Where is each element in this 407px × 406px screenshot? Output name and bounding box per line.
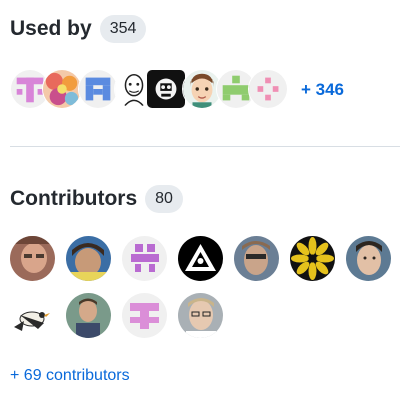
floral-pattern-avatar: [43, 70, 81, 108]
contributor-photo-avatar: [66, 236, 111, 281]
used-by-more-link[interactable]: + 346: [301, 80, 344, 100]
contributor-avatar-6[interactable]: [290, 236, 335, 281]
pink-dots-identicon-avatar: [249, 70, 287, 108]
black-white-art-avatar: [147, 70, 185, 108]
contributor-avatar-3[interactable]: [122, 236, 167, 281]
contributors-heading[interactable]: Contributors 80: [10, 185, 183, 213]
used-by-avatar-3[interactable]: [78, 69, 118, 109]
contributor-avatar-9[interactable]: [66, 293, 111, 338]
used-by-count-badge: 354: [99, 15, 147, 43]
contributor-photo-avatar: [10, 236, 55, 281]
yellow-pattern-avatar: [290, 236, 335, 281]
contributor-avatar-4[interactable]: [178, 236, 223, 281]
contributor-photo-avatar: [178, 293, 223, 338]
contributor-photo-avatar: [346, 236, 391, 281]
contributors-title: Contributors: [10, 187, 138, 210]
contributor-avatar-8[interactable]: [10, 293, 55, 338]
triangle-logo-avatar: [178, 236, 223, 281]
contributor-avatar-1[interactable]: [10, 236, 55, 281]
contributor-avatar-7[interactable]: [346, 236, 391, 281]
used-by-avatar-2[interactable]: [42, 69, 82, 109]
used-by-title: Used by: [10, 17, 92, 40]
contributor-photo-avatar: [234, 236, 279, 281]
contributors-count-badge: 80: [145, 185, 183, 213]
purple-identicon-avatar: [122, 236, 167, 281]
pink-identicon-avatar: [122, 293, 167, 338]
contributors-more-link[interactable]: + 69 contributors: [10, 367, 130, 385]
used-by-avatar-5[interactable]: [146, 69, 186, 109]
contributor-photo-avatar: [66, 293, 111, 338]
contributor-avatar-10[interactable]: [122, 293, 167, 338]
used-by-avatar-8[interactable]: [248, 69, 288, 109]
section-divider: [10, 146, 400, 147]
used-by-heading[interactable]: Used by 354: [10, 15, 147, 43]
contributor-avatar-11[interactable]: [178, 293, 223, 338]
contributor-avatar-5[interactable]: [234, 236, 279, 281]
contributor-avatar-2[interactable]: [66, 236, 111, 281]
blue-identicon-avatar: [79, 70, 117, 108]
bird-photo-avatar: [10, 293, 55, 338]
